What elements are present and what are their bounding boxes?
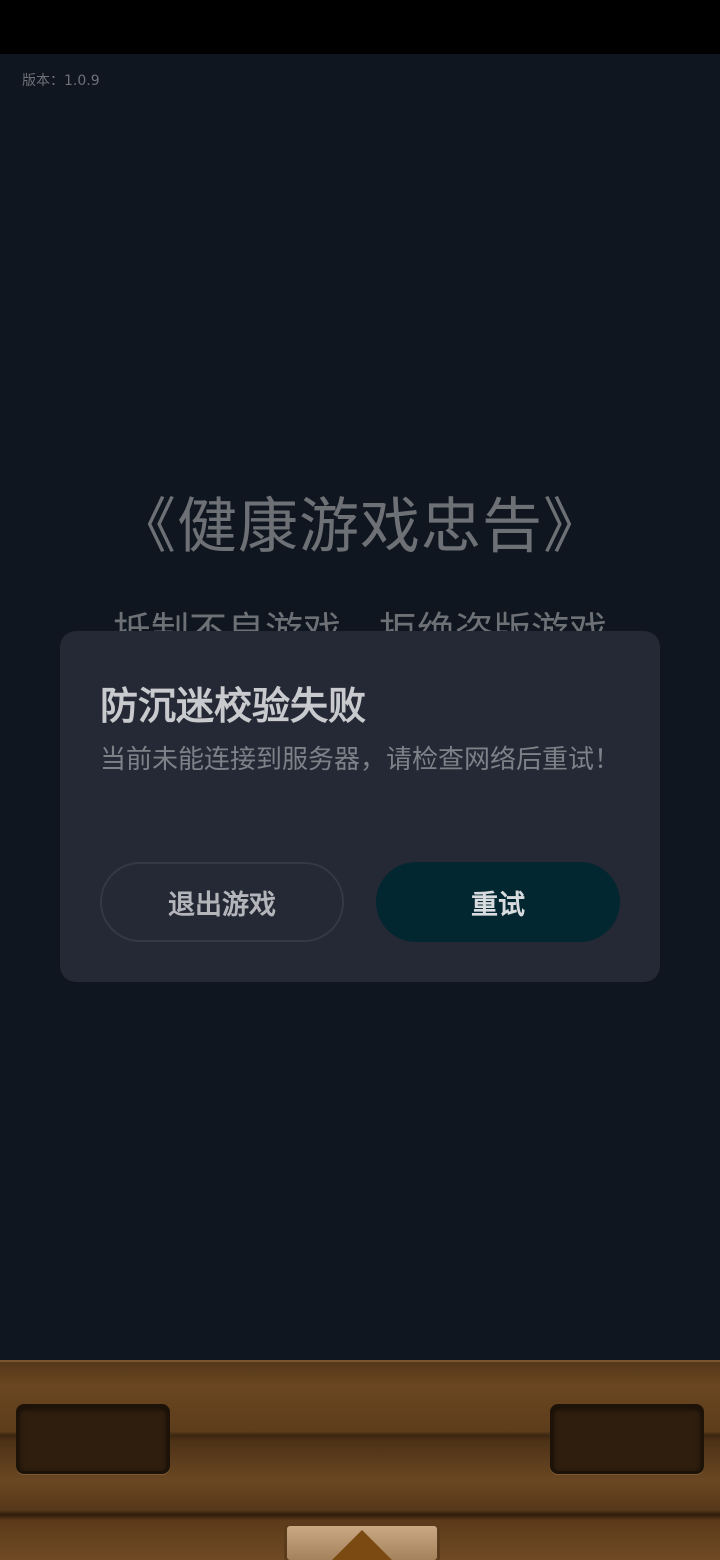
anti-addiction-dialog: 防沉迷校验失败 当前未能连接到服务器，请检查网络后重试！ 退出游戏 重试 — [60, 631, 660, 982]
left-control-button[interactable] — [16, 1404, 170, 1474]
up-button[interactable] — [284, 1523, 440, 1560]
app-screen: 版本：1.0.9 《健康游戏忠告》 抵制不良游戏，拒绝盗版游戏 防沉迷校验失败 … — [0, 0, 720, 1560]
up-triangle-icon — [332, 1530, 392, 1560]
exit-game-button[interactable]: 退出游戏 — [100, 862, 344, 942]
status-bar — [0, 0, 720, 54]
right-control-button[interactable] — [550, 1404, 704, 1474]
version-label: 版本：1.0.9 — [22, 73, 100, 89]
wooden-control-bar — [0, 1360, 720, 1560]
dialog-message: 当前未能连接到服务器，请检查网络后重试！ — [100, 745, 621, 775]
retry-button[interactable]: 重试 — [376, 862, 620, 942]
dialog-title: 防沉迷校验失败 — [100, 684, 367, 728]
health-advice-title: 《健康游戏忠告》 — [116, 492, 604, 562]
